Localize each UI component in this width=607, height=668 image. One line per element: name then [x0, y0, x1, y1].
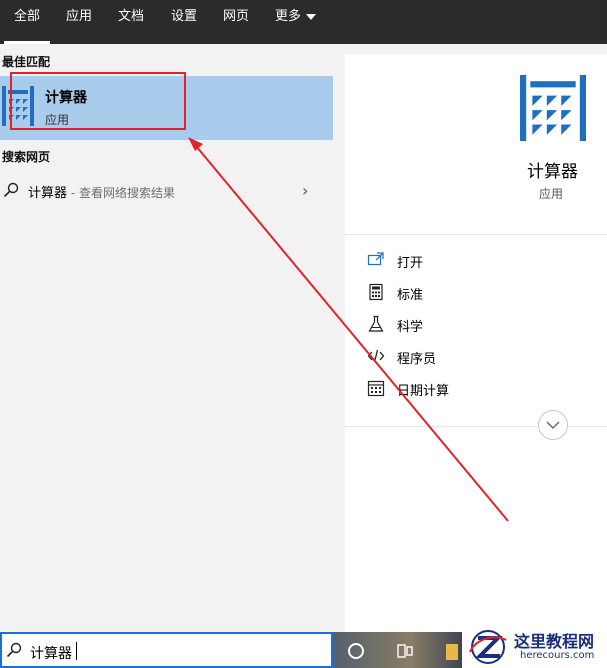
- tab-all[interactable]: 全部: [3, 0, 51, 44]
- tab-web[interactable]: 网页: [223, 0, 249, 44]
- best-match-name: 计算器: [45, 90, 87, 106]
- chevron-right-icon: ›: [302, 181, 309, 200]
- action-date-calculation-label: 日期计算: [397, 384, 450, 399]
- action-programmer-label: 程序员: [397, 352, 437, 367]
- web-search-heading: 搜索网页: [2, 150, 51, 164]
- tab-settings-label: 设置: [171, 9, 198, 24]
- search-box[interactable]: 计算器: [0, 632, 333, 668]
- preview-app-type: 应用: [539, 187, 564, 201]
- tab-apps-label: 应用: [66, 9, 93, 24]
- results-pane: 最佳匹配 计算器 应用 搜索网页 计算器 - 查看网络搜索结果 ›: [0, 44, 333, 632]
- text-cursor: [76, 642, 77, 660]
- preview-pane: 计算器 应用 打开 标准 科学 程序员 日期计算: [345, 54, 607, 632]
- open-icon: [367, 252, 384, 266]
- search-icon: [3, 182, 19, 198]
- tab-all-label: 全部: [14, 9, 41, 24]
- tab-settings[interactable]: 设置: [171, 0, 197, 44]
- web-search-result[interactable]: 计算器 - 查看网络搜索结果 ›: [0, 172, 333, 208]
- watermark-url: herecours.com: [520, 650, 595, 661]
- preview-app-name: 计算器: [527, 162, 578, 182]
- tab-apps[interactable]: 应用: [66, 0, 92, 44]
- divider: [345, 234, 607, 235]
- calculator-standard-icon: [369, 283, 383, 301]
- cortana-icon[interactable]: [347, 642, 365, 660]
- chevron-down-icon: [306, 13, 317, 20]
- tab-documents-label: 文档: [118, 9, 145, 24]
- tab-more-label: 更多: [275, 9, 302, 24]
- best-match-type: 应用: [45, 113, 70, 127]
- calculator-large-icon: [520, 75, 586, 141]
- search-input[interactable]: 计算器: [30, 643, 72, 663]
- task-view-icon[interactable]: [395, 641, 415, 661]
- calculator-icon: [2, 86, 34, 126]
- web-search-hint: - 查看网络搜索结果: [67, 186, 175, 200]
- search-scope-tabs: 全部 应用 文档 设置 网页 更多: [0, 0, 607, 44]
- best-match-result[interactable]: 计算器 应用: [0, 76, 333, 140]
- web-search-text: 计算器 - 查看网络搜索结果: [28, 182, 175, 201]
- expand-button[interactable]: [538, 410, 568, 440]
- watermark: 这里教程网 herecours.com: [462, 626, 607, 668]
- tab-documents[interactable]: 文档: [118, 0, 144, 44]
- action-scientific-label: 科学: [397, 320, 424, 335]
- file-explorer-icon[interactable]: [445, 640, 459, 662]
- flask-icon: [368, 315, 384, 332]
- watermark-title: 这里教程网: [514, 632, 595, 651]
- watermark-logo: [469, 630, 507, 664]
- chevron-down-icon: [546, 421, 560, 429]
- action-open-label: 打开: [397, 256, 424, 271]
- calendar-icon: [367, 380, 385, 397]
- search-icon: [6, 642, 22, 658]
- tab-more[interactable]: 更多: [275, 0, 317, 44]
- action-standard-label: 标准: [397, 288, 424, 303]
- best-match-heading: 最佳匹配: [2, 55, 51, 69]
- web-search-query: 计算器: [28, 186, 68, 201]
- tab-web-label: 网页: [223, 9, 250, 24]
- code-icon: [367, 349, 385, 363]
